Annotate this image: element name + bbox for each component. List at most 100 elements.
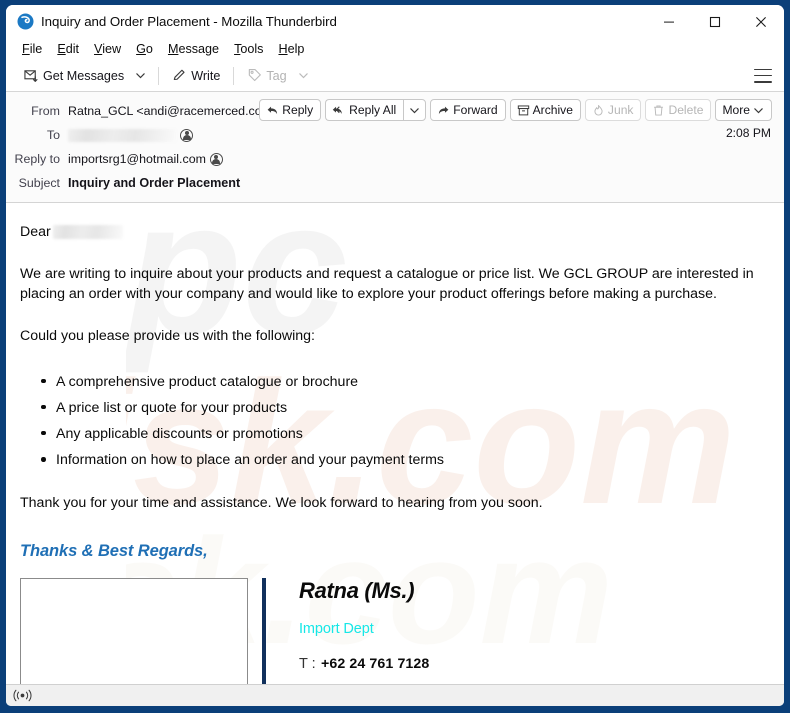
signoff-text: Thanks & Best Regards,	[20, 542, 208, 561]
reply-all-group: Reply All	[325, 99, 427, 121]
thunderbird-window: Inquiry and Order Placement - Mozilla Th…	[6, 5, 784, 706]
minimize-icon	[664, 21, 674, 23]
requirements-list: A comprehensive product catalogue or bro…	[20, 347, 770, 474]
get-messages-dropdown[interactable]	[130, 67, 151, 84]
main-toolbar: Get Messages Write Tag	[6, 60, 784, 92]
delete-label: Delete	[668, 103, 704, 117]
reply-label: Reply	[282, 103, 314, 117]
greeting-name-redacted	[52, 225, 123, 240]
write-label: Write	[191, 68, 221, 83]
forward-button[interactable]: Forward	[430, 99, 506, 121]
header-row-to: To	[6, 123, 784, 147]
contact-avatar-icon[interactable]	[180, 128, 193, 142]
pencil-icon	[173, 69, 185, 80]
archive-label: Archive	[532, 103, 573, 117]
reply-to-label: Reply to	[14, 152, 60, 166]
paragraph-3: Thank you for your time and assistance. …	[20, 495, 543, 512]
close-icon	[756, 16, 766, 27]
reply-all-button[interactable]: Reply All	[325, 99, 404, 121]
message-timestamp: 2:08 PM	[725, 126, 771, 140]
maximize-button[interactable]	[692, 5, 738, 38]
tag-button[interactable]: Tag	[241, 65, 292, 86]
to-value[interactable]	[68, 128, 193, 142]
junk-flame-icon	[594, 104, 603, 116]
maximize-icon	[709, 16, 721, 27]
status-bar	[6, 684, 784, 706]
menu-item-tools[interactable]: Tools	[227, 40, 271, 59]
menu-item-help[interactable]: Help	[271, 40, 312, 59]
menu-item-edit[interactable]: Edit	[50, 40, 87, 59]
list-item: A comprehensive product catalogue or bro…	[41, 369, 770, 395]
phone-value: +62 24 761 7128	[321, 656, 430, 673]
forward-icon	[439, 106, 449, 114]
message-text: Dear We are writing to inquire about you…	[20, 203, 770, 684]
list-item: Information on how to place an order and…	[41, 447, 770, 473]
to-address-redacted	[68, 128, 176, 142]
reply-all-dropdown[interactable]	[403, 99, 427, 121]
write-button[interactable]: Write	[166, 65, 226, 86]
from-label: From	[31, 104, 60, 118]
forward-label: Forward	[453, 103, 498, 117]
minimize-button[interactable]	[646, 5, 692, 38]
reply-to-address: importsrg1@hotmail.com	[68, 152, 206, 166]
signature-department: Import Dept	[299, 620, 374, 637]
email-signature: Ratna (Ms.) Import Dept T : +62 24 761 7…	[20, 564, 770, 684]
signature-logo-placeholder	[20, 577, 248, 684]
chevron-down-icon	[410, 107, 419, 113]
menu-item-go[interactable]: Go	[129, 40, 161, 59]
subject-label: Subject	[18, 176, 60, 190]
signature-name: Ratna (Ms.)	[299, 577, 415, 603]
chevron-down-icon	[136, 73, 145, 79]
tag-icon	[249, 68, 262, 82]
header-row-reply-to: Reply to importsrg1@hotmail.com	[6, 147, 784, 171]
reply-to-value[interactable]: importsrg1@hotmail.com	[68, 152, 223, 166]
menu-item-view[interactable]: View	[87, 40, 129, 59]
contact-avatar-icon[interactable]	[209, 152, 223, 166]
greeting-text: Dear	[20, 224, 51, 240]
message-body: pc risk.com risk.com Dear We are writing…	[6, 203, 784, 684]
window-controls	[646, 5, 784, 38]
menu-item-message[interactable]: Message	[161, 40, 227, 59]
archive-icon	[517, 104, 529, 115]
junk-label: Junk	[607, 103, 634, 117]
phone-key: T :	[299, 656, 316, 673]
reply-all-label: Reply All	[349, 103, 397, 117]
list-item: A price list or quote for your products	[41, 395, 770, 421]
menu-item-file[interactable]: File	[15, 40, 50, 59]
menu-bar: File Edit View Go Message Tools Help	[6, 38, 784, 60]
more-button[interactable]: More	[715, 99, 772, 121]
to-label: To	[46, 128, 60, 142]
signature-fax-line: F : +62 24 761 7123	[299, 675, 770, 684]
list-item: Any applicable discounts or promotions	[41, 421, 770, 447]
greeting-line: Dear	[20, 203, 770, 242]
chevron-down-icon	[754, 107, 763, 113]
header-row-subject: Subject Inquiry and Order Placement	[6, 171, 784, 195]
title-bar: Inquiry and Order Placement - Mozilla Th…	[6, 5, 784, 38]
archive-button[interactable]: Archive	[509, 99, 581, 121]
get-messages-label: Get Messages	[43, 68, 125, 83]
toolbar-separator-2	[233, 66, 235, 85]
message-action-buttons: Reply Reply All Forward Archive Junk Del…	[259, 99, 772, 121]
reply-button[interactable]: Reply	[259, 99, 322, 121]
chevron-down-icon	[298, 73, 308, 79]
close-button[interactable]	[738, 5, 784, 38]
broadcast-online-icon[interactable]	[13, 688, 32, 703]
reply-icon	[267, 106, 278, 114]
app-menu-button[interactable]	[754, 68, 772, 83]
message-header: From Ratna_GCL <andi@racemerced.com> To …	[6, 92, 784, 203]
window-title: Inquiry and Order Placement - Mozilla Th…	[41, 14, 337, 29]
hamburger-line	[754, 80, 772, 83]
tag-label: Tag	[266, 68, 287, 83]
signature-details: Ratna (Ms.) Import Dept T : +62 24 761 7…	[266, 578, 770, 684]
tag-dropdown[interactable]	[293, 67, 314, 84]
signature-phone-line: T : +62 24 761 7128	[299, 639, 770, 675]
from-address: Ratna_GCL <andi@racemerced.com>	[68, 104, 280, 118]
hamburger-line	[754, 68, 772, 71]
get-messages-button[interactable]: Get Messages	[18, 65, 130, 86]
trash-icon	[654, 104, 664, 116]
junk-button[interactable]: Junk	[584, 99, 642, 121]
toolbar-separator	[158, 66, 160, 85]
thunderbird-icon	[17, 13, 34, 30]
delete-button[interactable]: Delete	[645, 99, 712, 121]
paragraph-1: We are writing to inquire about your pro…	[20, 266, 754, 303]
